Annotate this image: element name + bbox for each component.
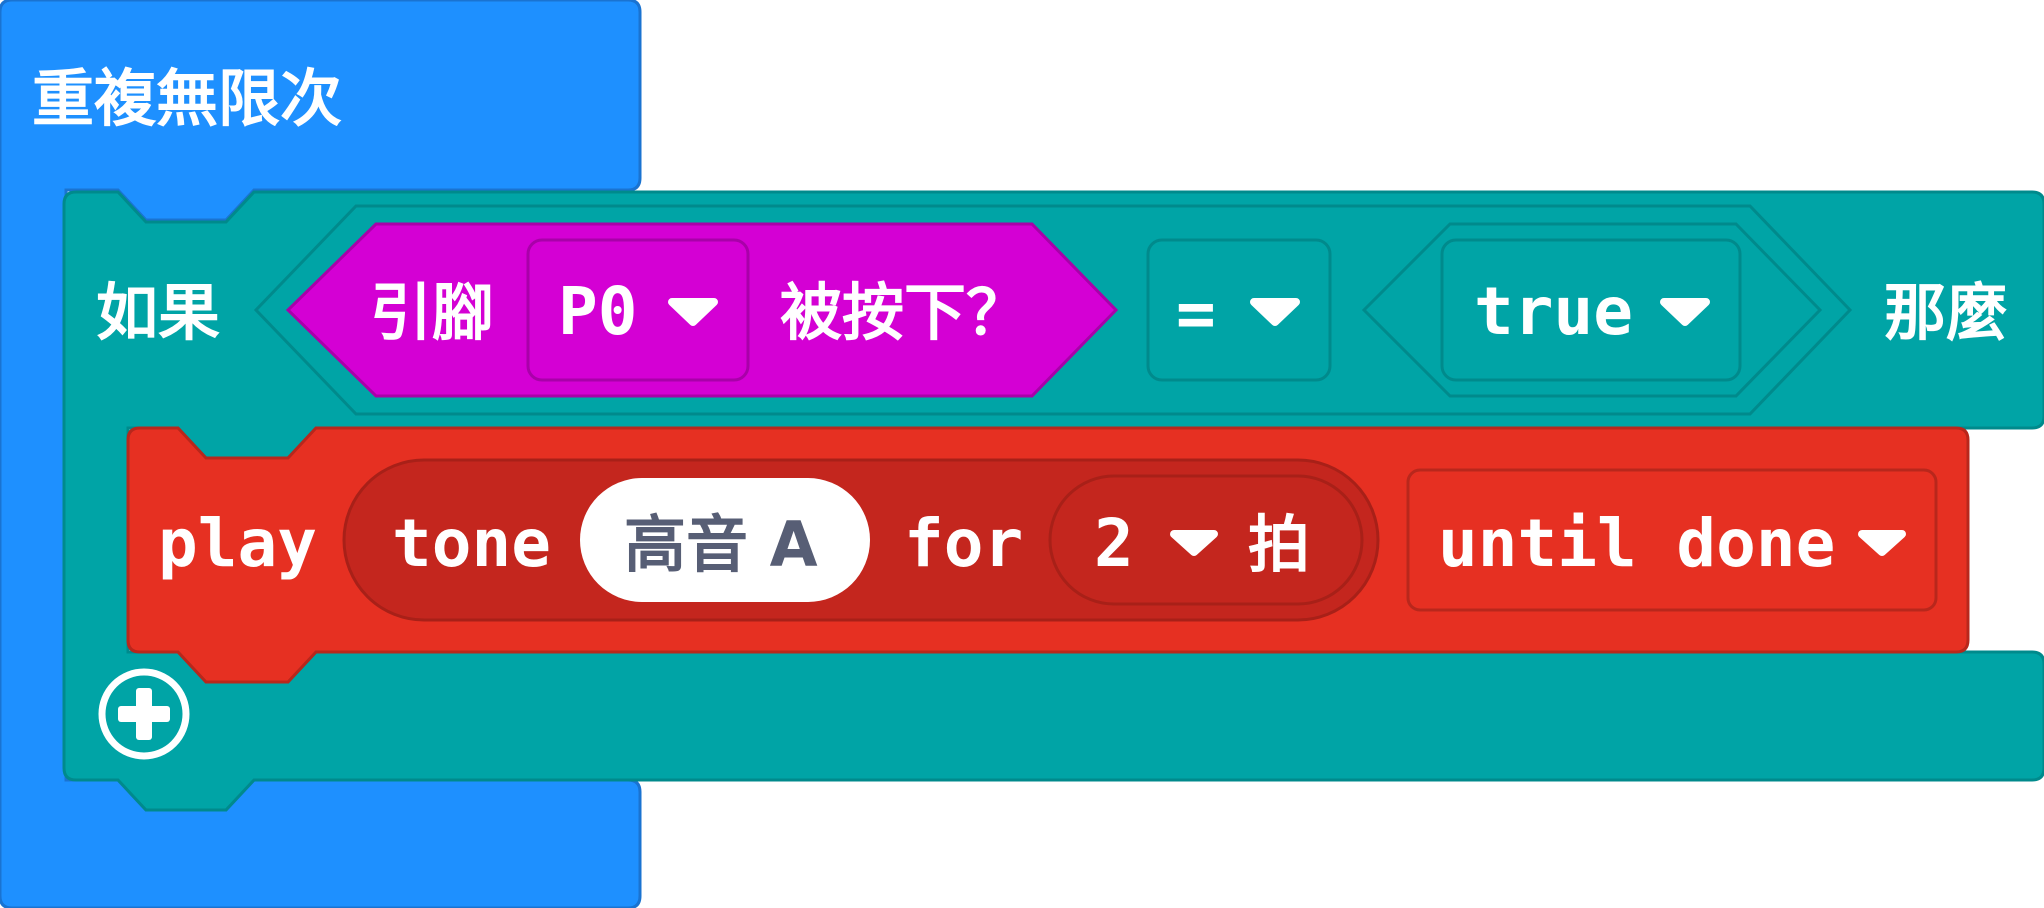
- pin-prefix-label: 引腳: [370, 276, 494, 349]
- for-label: for: [904, 505, 1023, 582]
- pin-dropdown[interactable]: P0: [526, 238, 750, 382]
- tone-block[interactable]: tone 高音 A for 2 拍: [342, 458, 1380, 622]
- plus-circle-icon[interactable]: [98, 668, 190, 760]
- beats-dropdown[interactable]: 2 拍: [1048, 474, 1364, 606]
- operator-value: =: [1176, 275, 1216, 352]
- beats-unit: 拍: [1248, 508, 1310, 581]
- pin-pressed-block[interactable]: 引腳 P0 被按下？: [285, 222, 1119, 398]
- play-tone-block[interactable]: play tone 高音 A for 2 拍 until done: [126, 426, 1970, 684]
- boolean-value: true: [1474, 273, 1633, 350]
- beats-value: 2: [1094, 505, 1134, 582]
- mode-value: until done: [1438, 505, 1835, 582]
- play-label: play: [158, 505, 317, 582]
- mode-dropdown[interactable]: until done: [1406, 468, 1938, 612]
- operator-dropdown[interactable]: =: [1146, 238, 1332, 382]
- pin-value: P0: [558, 273, 637, 350]
- boolean-dropdown[interactable]: true: [1440, 238, 1742, 382]
- if-label: 如果: [96, 276, 220, 349]
- then-label: 那麼: [1884, 276, 2008, 349]
- boolean-block[interactable]: true: [1361, 222, 1823, 398]
- forever-label: 重複無限次: [32, 62, 342, 135]
- note-value: 高音 A: [624, 508, 818, 581]
- tone-label: tone: [392, 505, 551, 582]
- note-field[interactable]: 高音 A: [580, 478, 870, 602]
- pin-suffix-label: 被按下？: [780, 276, 1028, 349]
